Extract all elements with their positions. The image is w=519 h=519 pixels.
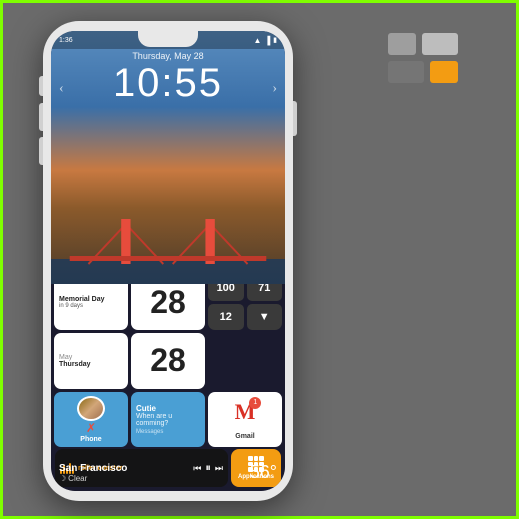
volume-up-button <box>39 76 43 96</box>
city-label: San Francisco <box>59 463 127 474</box>
logo-block-1 <box>388 33 416 55</box>
message-text: When are u comming? <box>136 413 200 427</box>
stat-widget-4[interactable]: ▼ <box>247 304 283 330</box>
stat-widget-3[interactable]: 12 <box>208 304 244 330</box>
bridge-illustration <box>51 214 285 284</box>
wifi-icon: ▲ <box>254 36 262 45</box>
month-day-widget[interactable]: May Thursday <box>54 333 128 388</box>
gmail-icon-wrap: M 1 <box>235 399 256 425</box>
empty-cell <box>208 333 282 388</box>
missed-call-icon: ✗ <box>86 421 96 436</box>
app-logo <box>388 33 488 113</box>
month-label: May <box>59 354 123 361</box>
left-arrow-icon[interactable]: ‹ <box>59 81 64 97</box>
day-number: 28 <box>150 284 186 321</box>
battery-icon: ▮ <box>273 36 277 44</box>
status-right: ▲ ▐ ▮ <box>254 36 277 45</box>
phone-app-label: Phone <box>80 436 101 443</box>
logo-block-2 <box>422 33 458 55</box>
side-button <box>293 101 297 136</box>
logo-block-4 <box>430 61 458 83</box>
nav-arrows: ‹ › <box>51 81 285 97</box>
phone-mockup: 1:36 ▲ ▐ ▮ <box>43 21 293 501</box>
moon-icon: ☽ <box>59 474 66 483</box>
location-temp-widget: San Francisco ☽ Clear 56° <box>59 462 277 483</box>
phone-screen: 1:36 ▲ ▐ ▮ <box>51 31 285 491</box>
notch <box>138 31 198 47</box>
contact-avatar <box>77 396 105 421</box>
day-number-2: 28 <box>150 342 186 379</box>
volume-down-button <box>39 103 43 131</box>
stat-3-value: 12 <box>220 311 232 323</box>
status-left: 1:36 <box>59 37 73 44</box>
condition-label: ☽ Clear <box>59 474 127 483</box>
power-button <box>39 137 43 165</box>
apps-dot-3 <box>259 456 264 461</box>
widget-grid: Memorial Day in 9 days 28 100 71 12 ▼ <box>54 275 282 447</box>
gmail-app-widget[interactable]: M 1 Gmail <box>208 392 282 447</box>
day-label: Thursday <box>59 361 123 368</box>
phone-app-widget[interactable]: ✗ Phone <box>54 392 128 447</box>
temperature-display: 56° <box>250 462 277 483</box>
stat-4-value: ▼ <box>259 311 270 323</box>
right-arrow-icon[interactable]: › <box>272 81 277 97</box>
gmail-badge: 1 <box>249 397 261 409</box>
signal-icon: ▐ <box>264 36 270 45</box>
gmail-app-label: Gmail <box>235 433 254 440</box>
apps-dot-1 <box>248 456 253 461</box>
date-display: Thursday, May 28 <box>51 51 285 61</box>
apps-dot-2 <box>254 456 259 461</box>
messages-app-label: Messages <box>136 429 200 435</box>
message-sender: Cutie <box>136 404 200 413</box>
event-sub: in 9 days <box>59 303 123 309</box>
event-name: Memorial Day <box>59 296 123 303</box>
logo-block-3 <box>388 61 424 83</box>
messages-app-widget[interactable]: Cutie When are u comming? Messages <box>131 392 205 447</box>
status-time: 1:36 <box>59 37 73 44</box>
date-number-widget-2[interactable]: 28 <box>131 333 205 388</box>
